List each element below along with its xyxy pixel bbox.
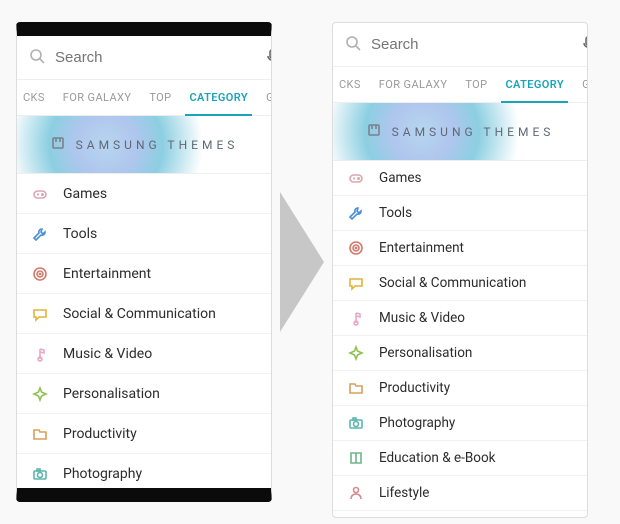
target-icon <box>347 240 365 256</box>
category-row-photography[interactable]: Photography <box>17 454 271 494</box>
gamepad-icon <box>31 186 49 202</box>
category-label: Tools <box>63 226 97 242</box>
category-label: Social & Communication <box>379 275 526 291</box>
category-label: Games <box>379 170 422 186</box>
category-label: Music & Video <box>63 346 152 362</box>
tabs: CKS FOR GALAXY TOP CATEGORY GEAR <box>333 67 587 103</box>
category-row-productivity[interactable]: Productivity <box>17 414 271 454</box>
arrow-divider <box>272 22 332 502</box>
arrow-right-icon <box>280 192 324 332</box>
tab-cks[interactable]: CKS <box>337 67 363 102</box>
tab-category[interactable]: CATEGORY <box>503 67 566 102</box>
category-label: Photography <box>63 466 142 482</box>
category-row-education-e-book[interactable]: Education & e-Book <box>17 494 271 502</box>
search-bar <box>333 23 587 67</box>
category-row-entertainment[interactable]: Entertainment <box>333 231 587 266</box>
tab-top[interactable]: TOP <box>147 80 173 115</box>
category-row-games[interactable]: Games <box>333 161 587 196</box>
category-row-lifestyle[interactable]: Lifestyle <box>333 476 587 511</box>
wrench-icon <box>31 226 49 242</box>
category-row-social-communication[interactable]: Social & Communication <box>17 294 271 334</box>
search-input[interactable] <box>371 36 570 53</box>
category-row-music-video[interactable]: Music & Video <box>17 334 271 374</box>
mic-icon[interactable] <box>264 48 272 68</box>
folder-icon <box>31 426 49 442</box>
category-list: Games Tools Entertainment Social & Communic… <box>333 161 587 511</box>
category-row-tools[interactable]: Tools <box>333 196 587 231</box>
sparkle-icon <box>347 345 365 361</box>
category-label: Games <box>63 186 107 202</box>
camera-icon <box>31 466 49 482</box>
category-label: Entertainment <box>63 266 151 282</box>
category-label: Social & Communication <box>63 306 216 322</box>
target-icon <box>31 266 49 282</box>
mic-icon[interactable] <box>580 35 588 55</box>
themes-banner[interactable]: SAMSUNG THEMES <box>17 116 271 174</box>
search-icon[interactable] <box>29 48 45 68</box>
tab-gear[interactable]: GEAR <box>580 67 588 102</box>
category-label: Productivity <box>379 380 450 396</box>
person-icon <box>347 485 365 501</box>
tab-top[interactable]: TOP <box>463 67 489 102</box>
tabs: CKS FOR GALAXY TOP CATEGORY GEAR <box>17 80 271 116</box>
category-list: Games Tools Entertainment Social & Communic… <box>17 174 271 502</box>
theme-icon <box>366 122 382 141</box>
category-row-music-video[interactable]: Music & Video <box>333 301 587 336</box>
category-row-photography[interactable]: Photography <box>333 406 587 441</box>
tab-cks[interactable]: CKS <box>21 80 47 115</box>
note-icon <box>347 310 365 326</box>
theme-icon <box>50 135 66 154</box>
phone-before: CKS FOR GALAXY TOP CATEGORY GEAR SAMSUNG THE… <box>16 22 272 502</box>
category-row-personalisation[interactable]: Personalisation <box>333 336 587 371</box>
book-icon <box>347 450 365 466</box>
banner-title: SAMSUNG THEMES <box>76 138 239 152</box>
gamepad-icon <box>347 170 365 186</box>
note-icon <box>31 346 49 362</box>
tab-for-galaxy[interactable]: FOR GALAXY <box>61 80 134 115</box>
chat-icon <box>31 306 49 322</box>
tab-for-galaxy[interactable]: FOR GALAXY <box>377 67 450 102</box>
banner-title: SAMSUNG THEMES <box>392 125 555 139</box>
wrench-icon <box>347 205 365 221</box>
search-input[interactable] <box>55 49 254 66</box>
tab-category[interactable]: CATEGORY <box>187 80 250 115</box>
category-row-tools[interactable]: Tools <box>17 214 271 254</box>
tab-gear[interactable]: GEAR <box>264 80 272 115</box>
category-label: Music & Video <box>379 310 465 326</box>
category-label: Entertainment <box>379 240 464 256</box>
camera-icon <box>347 415 365 431</box>
category-row-personalisation[interactable]: Personalisation <box>17 374 271 414</box>
category-row-social-communication[interactable]: Social & Communication <box>333 266 587 301</box>
folder-icon <box>347 380 365 396</box>
category-label: Tools <box>379 205 412 221</box>
search-icon[interactable] <box>345 35 361 55</box>
category-row-education-e-book[interactable]: Education & e-Book <box>333 441 587 476</box>
sparkle-icon <box>31 386 49 402</box>
themes-banner[interactable]: SAMSUNG THEMES <box>333 103 587 161</box>
search-bar <box>17 36 271 80</box>
category-label: Education & e-Book <box>379 450 496 466</box>
category-row-productivity[interactable]: Productivity <box>333 371 587 406</box>
category-row-games[interactable]: Games <box>17 174 271 214</box>
category-row-entertainment[interactable]: Entertainment <box>17 254 271 294</box>
category-label: Personalisation <box>379 345 472 361</box>
category-label: Personalisation <box>63 386 160 402</box>
phone-after: CKS FOR GALAXY TOP CATEGORY GEAR SAMSUNG THE… <box>332 22 588 518</box>
chat-icon <box>347 275 365 291</box>
category-label: Productivity <box>63 426 137 442</box>
category-label: Photography <box>379 415 455 431</box>
category-label: Lifestyle <box>379 485 429 501</box>
